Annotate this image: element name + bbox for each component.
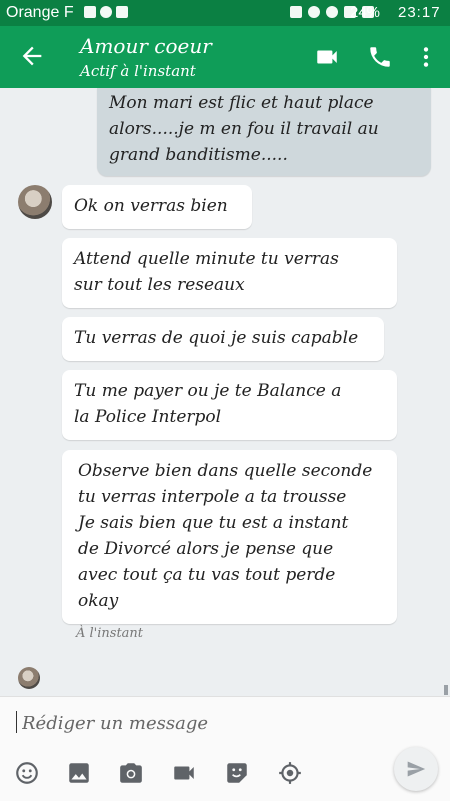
shield-notification-icon bbox=[100, 6, 112, 18]
conversation-header: Amour coeur Actif à l'instant bbox=[0, 26, 450, 88]
back-arrow-icon[interactable] bbox=[18, 42, 46, 70]
gallery-icon[interactable] bbox=[66, 760, 92, 786]
send-icon bbox=[407, 761, 426, 777]
image-notification-icon bbox=[84, 6, 96, 18]
phone-call-icon[interactable] bbox=[367, 44, 393, 70]
text-cursor bbox=[16, 711, 17, 733]
typing-avatar bbox=[18, 667, 40, 689]
sticker-icon[interactable] bbox=[224, 760, 250, 786]
scrollbar[interactable] bbox=[444, 685, 448, 695]
carrier-label: Orange F bbox=[6, 4, 74, 21]
clock: 23:17 bbox=[398, 4, 441, 21]
video-icon[interactable] bbox=[171, 760, 197, 786]
emoji-icon[interactable] bbox=[14, 760, 40, 786]
message-input[interactable] bbox=[20, 709, 384, 737]
battery-percent: 24% bbox=[350, 4, 381, 21]
status-bar: Orange F 24% 23:17 bbox=[0, 0, 450, 26]
incoming-message[interactable]: Observe bien dans quelle seconde tu verr… bbox=[62, 450, 397, 624]
contact-name[interactable]: Amour coeur bbox=[80, 34, 212, 58]
incoming-message[interactable]: Ok on verras bien bbox=[62, 185, 252, 229]
send-button[interactable] bbox=[394, 747, 438, 791]
alarm-icon bbox=[326, 6, 338, 18]
chat-notification-icon bbox=[116, 6, 128, 18]
mute-icon bbox=[308, 6, 320, 18]
presence-status: Actif à l'instant bbox=[80, 62, 196, 80]
message-timestamp: À l'instant bbox=[76, 626, 144, 641]
incoming-message[interactable]: Tu verras de quoi je suis capable bbox=[62, 317, 384, 361]
outgoing-message[interactable]: Mon mari est flic et haut place alors...… bbox=[97, 88, 431, 176]
camera-icon[interactable] bbox=[118, 760, 144, 786]
location-icon[interactable] bbox=[277, 760, 303, 786]
more-options-icon[interactable] bbox=[413, 44, 439, 70]
nfc-icon bbox=[290, 6, 302, 18]
notification-icons bbox=[84, 6, 128, 18]
video-call-icon[interactable] bbox=[314, 44, 340, 70]
contact-avatar[interactable] bbox=[18, 185, 52, 219]
incoming-message[interactable]: Attend quelle minute tu verras sur tout … bbox=[62, 238, 397, 308]
message-list[interactable]: Mon mari est flic et haut place alors...… bbox=[0, 88, 450, 696]
incoming-message[interactable]: Tu me payer ou je te Balance a la Police… bbox=[62, 370, 397, 440]
message-composer bbox=[0, 696, 450, 801]
